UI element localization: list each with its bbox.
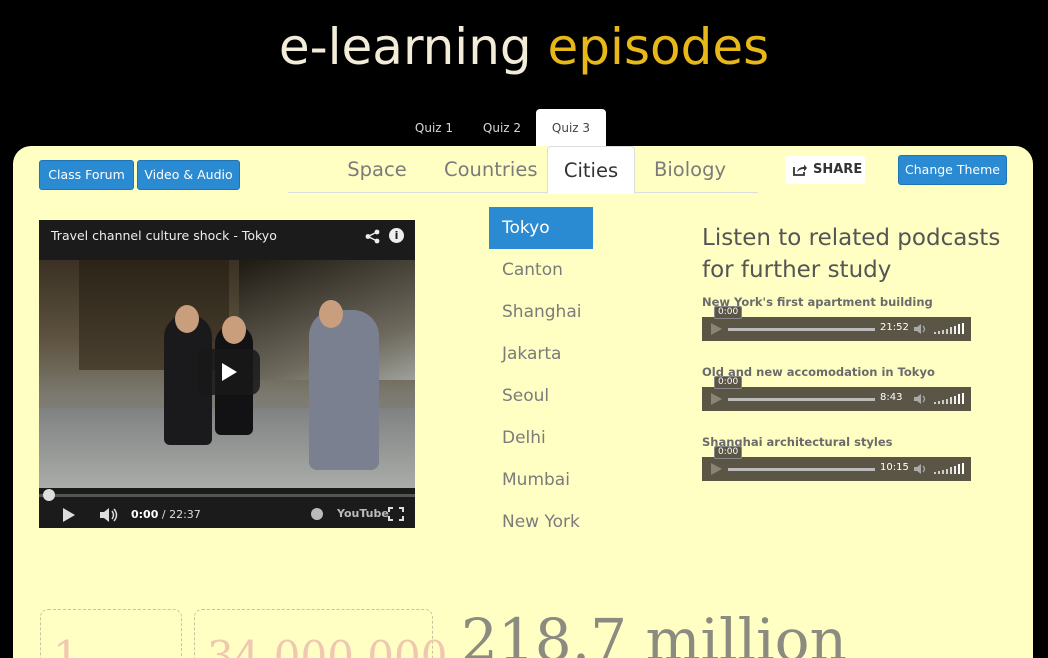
fullscreen-icon[interactable] bbox=[388, 507, 404, 521]
tab-biology[interactable]: Biology bbox=[635, 146, 745, 193]
podcasts-heading: Listen to related podcasts for further s… bbox=[702, 225, 1001, 283]
podcast-title: Old and new accomodation in Tokyo bbox=[702, 365, 935, 379]
thumbnail-person bbox=[309, 310, 379, 470]
podcast-title: New York's first apartment building bbox=[702, 295, 933, 309]
audio-progress-bar[interactable] bbox=[728, 468, 875, 471]
page: e-learning episodes Quiz 1 Quiz 2 Quiz 3… bbox=[0, 0, 1048, 658]
volume-level-icon[interactable] bbox=[934, 323, 966, 335]
stat-card: 1 bbox=[40, 609, 182, 658]
topic-tabs: Space Countries Cities Biology bbox=[288, 146, 758, 194]
video-progress-bar[interactable] bbox=[39, 494, 415, 497]
tab-cities[interactable]: Cities bbox=[547, 146, 635, 194]
video-audio-button[interactable]: Video & Audio bbox=[137, 160, 240, 190]
audio-progress-bar[interactable] bbox=[728, 398, 875, 401]
podcast-title: Shanghai architectural styles bbox=[702, 435, 893, 449]
audio-player[interactable]: 0:00 8:43 bbox=[702, 376, 971, 411]
audio-progress-bar[interactable] bbox=[728, 328, 875, 331]
population-stat: 218.7 million bbox=[461, 606, 847, 658]
volume-icon[interactable] bbox=[913, 463, 929, 475]
video-progress-knob[interactable] bbox=[43, 489, 55, 501]
audio-duration: 21:52 bbox=[880, 322, 909, 333]
share-button[interactable]: SHARE bbox=[785, 156, 865, 184]
city-item-seoul[interactable]: Seoul bbox=[489, 375, 593, 417]
play-icon[interactable] bbox=[711, 463, 722, 475]
video-controls: 0:00 / 22:37 YouTube bbox=[39, 488, 415, 528]
play-icon[interactable] bbox=[711, 323, 722, 335]
youtube-logo[interactable]: YouTube bbox=[337, 507, 389, 520]
stat-value: 34,000,000 bbox=[207, 632, 448, 658]
tab-quiz-1[interactable]: Quiz 1 bbox=[400, 109, 468, 147]
change-theme-button[interactable]: Change Theme bbox=[898, 155, 1007, 185]
video-thumbnail[interactable] bbox=[39, 260, 415, 488]
tab-space[interactable]: Space bbox=[322, 146, 432, 193]
video-share-icon[interactable] bbox=[365, 229, 380, 244]
audio-player[interactable]: 0:00 21:52 bbox=[702, 306, 971, 341]
big-play-button[interactable] bbox=[197, 349, 260, 395]
brand-word-episodes: episodes bbox=[547, 18, 770, 76]
play-icon[interactable] bbox=[63, 508, 75, 522]
watch-later-icon[interactable] bbox=[311, 508, 323, 520]
video-duration: / 22:37 bbox=[161, 508, 201, 521]
city-item-new-york[interactable]: New York bbox=[489, 501, 593, 543]
video-time: 0:00 / 22:37 bbox=[131, 508, 201, 521]
video-title[interactable]: Travel channel culture shock - Tokyo bbox=[51, 228, 277, 243]
stat-card: 34,000,000 bbox=[194, 609, 447, 658]
thumbnail-head bbox=[222, 316, 246, 344]
podcast-item: Shanghai architectural styles 0:00 10:15 bbox=[702, 435, 972, 481]
volume-level-icon[interactable] bbox=[934, 393, 966, 405]
brand-logo: e-learning episodes bbox=[0, 18, 1048, 76]
audio-duration: 10:15 bbox=[880, 462, 909, 473]
city-item-canton[interactable]: Canton bbox=[489, 249, 593, 291]
video-current-time: 0:00 bbox=[131, 508, 159, 521]
audio-time-tooltip: 0:00 bbox=[714, 306, 743, 319]
city-item-delhi[interactable]: Delhi bbox=[489, 417, 593, 459]
city-item-jakarta[interactable]: Jakarta bbox=[489, 333, 593, 375]
tab-quiz-2[interactable]: Quiz 2 bbox=[468, 109, 536, 147]
volume-icon[interactable] bbox=[99, 507, 119, 523]
tab-countries[interactable]: Countries bbox=[432, 146, 547, 193]
volume-level-icon[interactable] bbox=[934, 463, 966, 475]
audio-duration: 8:43 bbox=[880, 392, 903, 403]
city-item-tokyo[interactable]: Tokyo bbox=[489, 207, 593, 249]
audio-time-tooltip: 0:00 bbox=[714, 376, 743, 389]
video-title-bar: Travel channel culture shock - Tokyo i bbox=[39, 220, 415, 260]
audio-player[interactable]: 0:00 10:15 bbox=[702, 446, 971, 481]
volume-icon[interactable] bbox=[913, 323, 929, 335]
class-forum-button[interactable]: Class Forum bbox=[39, 160, 134, 190]
city-item-mumbai[interactable]: Mumbai bbox=[489, 459, 593, 501]
info-icon[interactable]: i bbox=[389, 228, 404, 243]
quiz-tabs: Quiz 1 Quiz 2 Quiz 3 bbox=[400, 109, 606, 147]
thumbnail-head bbox=[319, 300, 343, 328]
share-label: SHARE bbox=[813, 162, 863, 177]
podcast-item: Old and new accomodation in Tokyo 0:00 8… bbox=[702, 365, 972, 411]
city-list: Tokyo Canton Shanghai Jakarta Seoul Delh… bbox=[489, 207, 593, 543]
share-icon bbox=[793, 164, 807, 176]
video-player[interactable]: Travel channel culture shock - Tokyo i 0… bbox=[39, 220, 415, 528]
main-panel: Class Forum Video & Audio Space Countrie… bbox=[13, 146, 1033, 658]
city-item-shanghai[interactable]: Shanghai bbox=[489, 291, 593, 333]
tab-quiz-3[interactable]: Quiz 3 bbox=[536, 109, 606, 147]
brand-word-elearning: e-learning bbox=[278, 18, 532, 76]
stat-value: 1 bbox=[53, 632, 80, 658]
play-icon bbox=[222, 363, 237, 381]
thumbnail-head bbox=[175, 305, 199, 333]
play-icon[interactable] bbox=[711, 393, 722, 405]
podcast-item: New York's first apartment building 0:00… bbox=[702, 295, 972, 341]
volume-icon[interactable] bbox=[913, 393, 929, 405]
audio-time-tooltip: 0:00 bbox=[714, 446, 743, 459]
